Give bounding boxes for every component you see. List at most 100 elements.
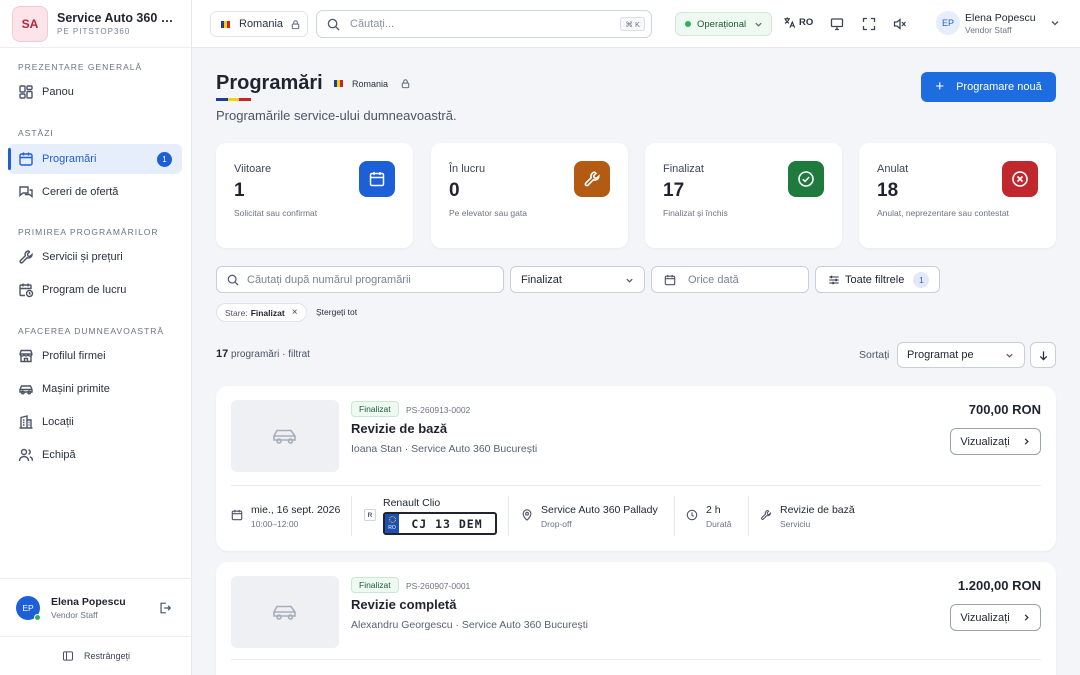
- fullscreen-icon[interactable]: [862, 17, 876, 31]
- appointment-card[interactable]: Finalizat PS-260907-0001 Revizie complet…: [216, 562, 1056, 675]
- stat-card-upcoming[interactable]: Viitoare 1 Solicitat sau confirmat: [216, 143, 413, 248]
- appointment-title: Revizie de bază: [351, 421, 448, 436]
- brand[interactable]: SA Service Auto 360 B... PE PITSTOP360: [0, 0, 191, 48]
- all-filters-button[interactable]: Toate filtrele 1: [815, 266, 940, 293]
- stat-value: 18: [877, 180, 899, 201]
- sidebar: SA Service Auto 360 B... PE PITSTOP360 P…: [0, 0, 192, 675]
- stat-card-completed[interactable]: Finalizat 17 Finalizat și închis: [645, 143, 842, 248]
- sidebar-item-dashboard[interactable]: Panou: [8, 77, 182, 107]
- sidebar-item-appointments[interactable]: Programări 1: [8, 144, 182, 174]
- sort-select[interactable]: Programat pe: [897, 342, 1025, 368]
- header-avatar: EP: [936, 11, 960, 35]
- result-count-number: 17: [216, 348, 229, 360]
- wrench-icon: [574, 161, 610, 197]
- brand-logo: SA: [12, 5, 48, 42]
- stat-label: Viitoare: [234, 163, 272, 175]
- appointment-code: PS-260907-0001: [406, 581, 471, 591]
- appointment-search-input[interactable]: [247, 273, 497, 286]
- stat-card-cancelled[interactable]: Anulat 18 Anulat, neprezentare sau conte…: [859, 143, 1056, 248]
- chevron-down-icon: [754, 20, 763, 29]
- wrench-icon: [760, 509, 772, 521]
- operational-status-dropdown[interactable]: Operațional: [675, 12, 772, 36]
- new-appointment-button[interactable]: + Programare nouă: [921, 72, 1056, 102]
- map-pin-icon: [521, 509, 533, 521]
- title-underline: [216, 98, 252, 101]
- stat-description: Solicitat sau confirmat: [234, 208, 318, 218]
- sidebar-item-working-hours[interactable]: Program de lucru: [8, 275, 182, 305]
- calendar-icon: [359, 161, 395, 197]
- sidebar-item-team[interactable]: Echipă: [8, 440, 182, 470]
- online-status-dot: [34, 613, 41, 621]
- eu-stars-icon: [388, 516, 396, 523]
- plus-icon: +: [935, 77, 945, 95]
- sidebar-user[interactable]: EP Elena Popescu Vendor Staff: [0, 578, 192, 636]
- clock-calendar-icon: [18, 282, 34, 298]
- sidebar-item-locations[interactable]: Locații: [8, 407, 182, 437]
- nav-section-booking: PRIMIREA PROGRAMĂRILOR: [18, 227, 159, 237]
- chevron-down-icon: [625, 276, 634, 285]
- global-search[interactable]: ⌘ K: [316, 10, 652, 38]
- plate-tag: R: [364, 509, 376, 521]
- appointment-title: Revizie completă: [351, 597, 457, 612]
- arrow-down-icon: [1038, 350, 1049, 361]
- logout-icon[interactable]: [158, 601, 172, 615]
- header-user-menu[interactable]: EP Elena Popescu Vendor Staff: [936, 11, 1060, 35]
- view-appointment-button[interactable]: Vizualizați: [950, 428, 1041, 455]
- appointments-count-badge: 1: [157, 151, 172, 167]
- status-dot: [685, 21, 691, 27]
- appointment-card[interactable]: Finalizat PS-260913-0002 Revizie de bază…: [216, 386, 1056, 551]
- stat-label: În lucru: [449, 163, 486, 175]
- calendar-icon: [664, 274, 676, 286]
- appointment-search[interactable]: [216, 266, 504, 293]
- lock-icon: [400, 78, 411, 89]
- status-filter-value: Finalizat: [521, 273, 562, 286]
- active-filter-chip[interactable]: Stare: Finalizat ×: [216, 303, 307, 322]
- collapse-sidebar-button[interactable]: Restrângeți: [0, 636, 192, 675]
- view-appointment-button[interactable]: Vizualizați: [950, 604, 1041, 631]
- filter-count-badge: 1: [913, 271, 930, 288]
- sort-label: Sortați: [859, 349, 890, 361]
- detail-separator: [748, 496, 749, 536]
- nav-section-overview: PREZENTARE GENERALĂ: [18, 62, 143, 72]
- language-selector[interactable]: RO: [783, 16, 813, 29]
- wrench-icon: [18, 249, 34, 265]
- brand-subtitle: PE PITSTOP360: [57, 27, 131, 36]
- card-divider: [231, 659, 1041, 660]
- mute-icon[interactable]: [893, 17, 907, 31]
- sidebar-item-label: Profilul firmei: [42, 350, 106, 362]
- status-filter-select[interactable]: Finalizat: [510, 266, 645, 293]
- search-icon: [327, 18, 340, 31]
- appointment-customer: Alexandru Georgescu · Service Auto 360 B…: [351, 619, 588, 631]
- clear-all-filters-link[interactable]: Ștergeți tot: [316, 307, 357, 317]
- monitor-icon[interactable]: [830, 17, 844, 31]
- sidebar-item-company-profile[interactable]: Profilul firmei: [8, 341, 182, 371]
- sidebar-item-quote-requests[interactable]: Cereri de ofertă: [8, 177, 182, 207]
- stat-card-in-progress[interactable]: În lucru 0 Pe elevator sau gata: [431, 143, 628, 248]
- lock-icon: [290, 19, 301, 30]
- stat-description: Finalizat și închis: [663, 208, 728, 218]
- stat-value: 1: [234, 180, 245, 201]
- header-user-role: Vendor Staff: [965, 24, 1012, 35]
- chip-label: Stare:: [225, 307, 248, 318]
- language-label: RO: [799, 17, 814, 28]
- brand-name: Service Auto 360 B...: [57, 11, 175, 25]
- sort-direction-button[interactable]: [1030, 342, 1056, 368]
- global-search-input[interactable]: [350, 18, 610, 30]
- sidebar-item-label: Panou: [42, 86, 74, 98]
- sidebar-item-services-prices[interactable]: Servicii și prețuri: [8, 242, 182, 272]
- clock-icon: [686, 509, 698, 521]
- appointment-code: PS-260913-0002: [406, 405, 471, 415]
- card-divider: [231, 485, 1041, 486]
- sidebar-item-label: Locații: [42, 416, 74, 428]
- stat-description: Anulat, neprezentare sau contestat: [877, 208, 1009, 218]
- page-subtitle: Programările service-ului dumneavoastră.: [216, 108, 457, 123]
- chevron-down-icon: [1005, 351, 1014, 360]
- close-icon[interactable]: ×: [292, 307, 298, 318]
- sidebar-item-label: Programări: [42, 153, 97, 165]
- sidebar-item-received-cars[interactable]: Mașini primite: [8, 374, 182, 404]
- region-selector[interactable]: Romania: [210, 11, 308, 37]
- sidebar-user-role: Vendor Staff: [51, 609, 98, 620]
- result-count-suffix: programări · filtrat: [231, 349, 310, 360]
- date-filter[interactable]: Orice dată: [651, 266, 809, 293]
- car-icon: [271, 602, 299, 622]
